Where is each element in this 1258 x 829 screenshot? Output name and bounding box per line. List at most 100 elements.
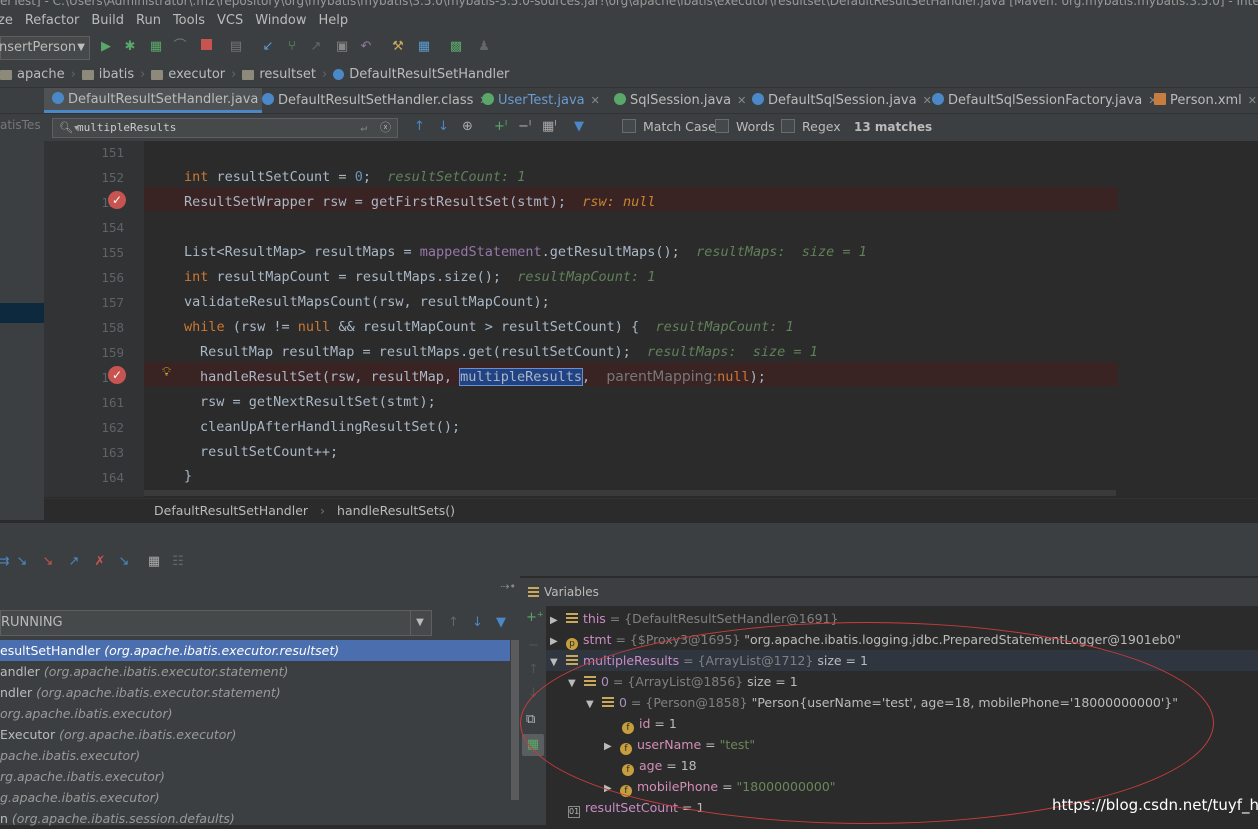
evaluate-expression-icon[interactable]: ▦ (146, 554, 162, 570)
trace-icon[interactable]: ☷ (170, 554, 186, 570)
expand-icon[interactable]: ▶ (550, 610, 560, 631)
new-watch-icon[interactable]: +⁺ (526, 610, 544, 625)
line-number: 161 (101, 395, 124, 410)
words-checkbox[interactable] (715, 119, 729, 133)
select-all-occurrences-icon[interactable]: ▦ᴵ (542, 119, 557, 134)
breadcrumb-method-name[interactable]: handleResultSets() (337, 503, 455, 518)
tab-usertest-java[interactable]: UserTest.java ✕ (482, 88, 600, 113)
regex-label: Regex (802, 119, 841, 134)
run-icon[interactable]: ▶ (98, 39, 114, 55)
menu-vcs[interactable]: VCS (217, 13, 243, 28)
code-editor[interactable]: 💡︎ int resultSetCount = 0; resultSetCoun… (144, 141, 1118, 497)
stack-frame[interactable]: ndler (org.apache.ibatis.executor.statem… (0, 682, 510, 703)
debug-icon[interactable]: ✱ (122, 39, 138, 55)
code-line-153: ResultSetWrapper rsw = getFirstResultSet… (184, 194, 656, 210)
filter-icon[interactable]: ▼ (574, 119, 584, 134)
next-frame-icon[interactable]: ↓ (472, 615, 483, 630)
drop-frame-icon[interactable]: ✗ (92, 554, 108, 570)
breakpoint-icon[interactable] (108, 191, 126, 209)
regex-checkbox[interactable] (781, 119, 795, 133)
sdk-icon[interactable]: ▩ (448, 39, 464, 55)
project-structure-icon[interactable]: ▤ (228, 39, 244, 55)
add-occurrence-icon[interactable]: +ᴵ (494, 119, 507, 134)
selected-text: multipleResults (459, 368, 584, 386)
tab-defaultsqlsessionfactory-java[interactable]: DefaultSqlSessionFactory.java ✕ (932, 88, 1157, 113)
project-structure-dialog-icon[interactable]: ▦ (416, 39, 432, 55)
vcs-history-icon[interactable]: ▣ (334, 39, 350, 55)
previous-frame-icon[interactable]: ↑ (448, 615, 459, 630)
menu-analyze[interactable]: ze (0, 13, 13, 28)
stack-frame[interactable]: Executor (org.apache.ibatis.executor) (0, 724, 510, 745)
collapse-icon[interactable]: ▼ (550, 652, 560, 673)
stop-icon[interactable] (198, 39, 214, 55)
horizontal-scrollbar[interactable] (144, 490, 1116, 496)
clear-search-icon[interactable]: ⓧ (356, 119, 391, 137)
breadcrumb-ibatis[interactable]: ibatis › (81, 67, 145, 82)
breadcrumb-executor[interactable]: executor › (151, 67, 236, 82)
run-to-cursor-icon[interactable]: ↘ (116, 554, 132, 570)
stack-frame[interactable]: g.apache.ibatis.executor) (0, 787, 510, 808)
menu-run[interactable]: Run (136, 13, 161, 28)
move-up-icon[interactable]: ↑ (528, 662, 539, 677)
previous-occurrence-icon[interactable]: ↑ (414, 119, 425, 134)
remove-occurrence-icon[interactable]: −ᴵ (518, 119, 531, 134)
coverage-icon[interactable]: ▦ (148, 39, 164, 55)
stack-frame[interactable]: andler (org.apache.ibatis.executor.state… (0, 661, 510, 682)
show-execution-point-icon[interactable]: ⇉ (0, 554, 12, 570)
breadcrumb-apache[interactable]: apache › (0, 67, 76, 82)
folder-icon (151, 69, 164, 80)
match-case-checkbox[interactable] (622, 119, 636, 133)
frames-scrollbar[interactable] (511, 640, 519, 800)
tab-defaultresultsethandler-class[interactable]: DefaultResultSetHandler.class✕ (262, 88, 489, 113)
breadcrumb-class-name[interactable]: DefaultResultSetHandler (154, 503, 308, 518)
menu-window[interactable]: Window (255, 13, 306, 28)
filter-frames-icon[interactable]: ▼ (496, 615, 506, 630)
vcs-update-icon[interactable]: ↙ (260, 39, 276, 55)
regex-option[interactable]: Regex (781, 119, 841, 134)
menu-help[interactable]: Help (318, 13, 348, 28)
words-option[interactable]: Words (715, 119, 775, 134)
find-all-icon[interactable]: ⊕ (462, 119, 473, 134)
search-input[interactable]: 🔍︎▾ multipleResults ↵ ⓧ (52, 118, 398, 138)
menu-tools[interactable]: Tools (173, 13, 205, 28)
menu-refactor[interactable]: Refactor (25, 13, 80, 28)
settings-icon[interactable]: ⚒ (390, 39, 406, 55)
step-into-icon[interactable]: ↘ (40, 554, 56, 570)
layout-icon[interactable]: ⇢• (500, 580, 516, 593)
lightbulb-icon[interactable]: 💡︎ (162, 362, 178, 384)
menu-build[interactable]: Build (91, 13, 124, 28)
tab-defaultsqlsession-java[interactable]: DefaultSqlSession.java ✕ (752, 88, 932, 113)
window-title-bar: erTest] - C:\Users\Administrator\.m2\rep… (0, 0, 1258, 8)
remove-watch-icon[interactable]: − (528, 638, 539, 653)
close-icon[interactable]: ✕ (737, 94, 746, 107)
tab-sqlsession-java[interactable]: SqlSession.java ✕ (614, 88, 746, 113)
stack-frame[interactable]: pache.ibatis.executor) (0, 745, 510, 766)
vcs-push-icon[interactable]: ↗ (308, 39, 324, 55)
vcs-commit-icon[interactable]: ⑂ (284, 39, 300, 55)
code-line-158: while (rsw != null && resultMapCount > r… (184, 319, 794, 335)
tab-defaultresultsethandler-java[interactable]: DefaultResultSetHandler.java✕ (44, 88, 274, 113)
expand-icon[interactable]: ▶ (550, 631, 560, 652)
step-over-icon[interactable]: ↘ (14, 554, 30, 570)
close-icon[interactable]: ✕ (1248, 94, 1257, 107)
stack-frame[interactable]: n (org.apache.ibatis.session.defaults) (0, 808, 510, 829)
step-out-icon[interactable]: ↗ (66, 554, 82, 570)
stack-frame[interactable]: rg.apache.ibatis.executor) (0, 766, 510, 787)
stack-frame[interactable]: org.apache.ibatis.executor) (0, 703, 510, 724)
next-occurrence-icon[interactable]: ↓ (438, 119, 449, 134)
breadcrumb-class[interactable]: DefaultResultSetHandler (333, 67, 509, 82)
search-everywhere-icon[interactable]: ♟ (476, 39, 492, 55)
chevron-down-icon: ▼ (77, 42, 85, 53)
close-icon[interactable]: ✕ (923, 94, 932, 107)
close-icon[interactable]: ✕ (591, 94, 600, 107)
rollback-icon[interactable]: ↶ (358, 39, 374, 55)
line-number: 152 (101, 170, 124, 185)
breakpoint-icon[interactable] (108, 366, 126, 384)
match-case-option[interactable]: Match Case (622, 119, 716, 134)
tab-person-xml[interactable]: Person.xml ✕ (1154, 88, 1257, 113)
run-configuration-select[interactable]: nsertPerson ▼ (0, 36, 90, 60)
profile-icon[interactable]: ⌒ (172, 39, 188, 55)
stack-frame[interactable]: esultSetHandler (org.apache.ibatis.execu… (0, 640, 510, 661)
breadcrumb-resultset[interactable]: resultset › (242, 67, 327, 82)
thread-select[interactable]: RUNNING ▼ (0, 610, 432, 636)
